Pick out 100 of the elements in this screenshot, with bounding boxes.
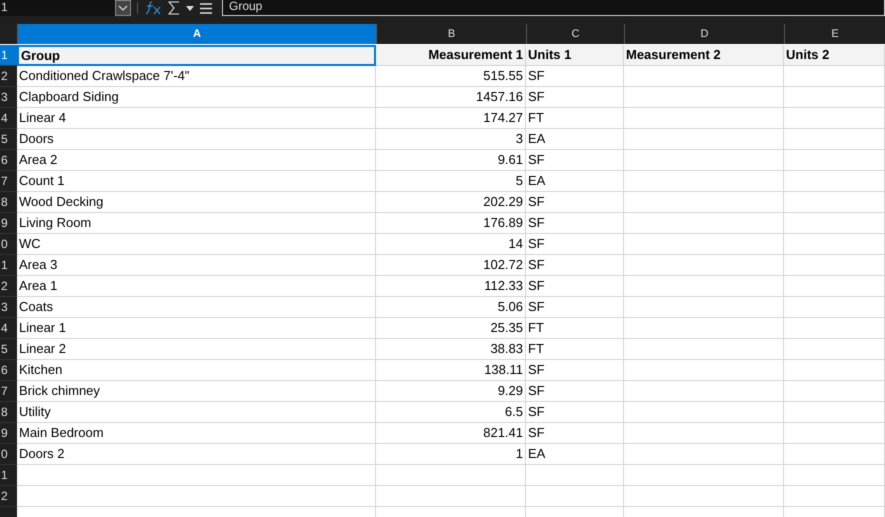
table-cell[interactable]: EA	[526, 171, 624, 192]
table-cell[interactable]: 1	[376, 444, 526, 465]
row-header[interactable]: 6	[0, 150, 17, 171]
table-cell[interactable]: SF	[526, 66, 624, 87]
equals-icon[interactable]	[200, 2, 212, 14]
table-cell[interactable]	[784, 87, 885, 108]
table-cell[interactable]: 202.29	[376, 192, 526, 213]
table-cell[interactable]: EA	[526, 129, 624, 150]
table-cell[interactable]	[784, 150, 885, 171]
column-header[interactable]: E	[784, 24, 885, 44]
row-header[interactable]: 1	[0, 45, 17, 66]
table-cell[interactable]: Kitchen	[17, 360, 376, 381]
table-cell[interactable]	[526, 486, 624, 507]
row-header[interactable]: 0	[0, 444, 17, 465]
table-cell[interactable]: 174.27	[376, 108, 526, 129]
column-header[interactable]: B	[376, 24, 526, 44]
table-cell[interactable]	[624, 192, 784, 213]
table-cell[interactable]	[784, 318, 885, 339]
table-cell[interactable]	[624, 171, 784, 192]
row-header[interactable]: 1	[0, 255, 17, 276]
table-cell[interactable]	[784, 213, 885, 234]
table-cell[interactable]	[624, 465, 784, 486]
row-header[interactable]: 7	[0, 171, 17, 192]
table-cell[interactable]	[624, 276, 784, 297]
table-cell[interactable]: SF	[526, 255, 624, 276]
table-cell[interactable]: Conditioned Crawlspace 7'-4"	[17, 66, 376, 87]
table-cell[interactable]	[784, 234, 885, 255]
table-cell[interactable]: FT	[526, 318, 624, 339]
table-cell[interactable]: FT	[526, 108, 624, 129]
table-cell[interactable]	[624, 108, 784, 129]
table-cell[interactable]: 5.06	[376, 297, 526, 318]
table-cell[interactable]: SF	[526, 234, 624, 255]
table-cell[interactable]: Clapboard Siding	[17, 87, 376, 108]
table-cell[interactable]	[624, 402, 784, 423]
table-cell[interactable]	[784, 423, 885, 444]
table-cell[interactable]: SF	[526, 423, 624, 444]
table-cell[interactable]	[784, 171, 885, 192]
table-cell[interactable]	[784, 276, 885, 297]
table-cell[interactable]	[624, 150, 784, 171]
table-cell[interactable]	[784, 192, 885, 213]
table-cell[interactable]: 5	[376, 171, 526, 192]
table-cell[interactable]: SF	[526, 150, 624, 171]
table-cell[interactable]: 14	[376, 234, 526, 255]
row-header[interactable]: 4	[0, 108, 17, 129]
table-cell[interactable]: 25.35	[376, 318, 526, 339]
table-cell[interactable]	[784, 108, 885, 129]
table-cell[interactable]	[624, 444, 784, 465]
row-header[interactable]: 2	[0, 486, 17, 507]
row-header[interactable]: 0	[0, 234, 17, 255]
table-cell[interactable]: SF	[526, 192, 624, 213]
row-header[interactable]: 1	[0, 465, 17, 486]
table-cell[interactable]: 102.72	[376, 255, 526, 276]
row-header[interactable]: 4	[0, 318, 17, 339]
table-cell[interactable]: 6.5	[376, 402, 526, 423]
name-box[interactable]: 1	[0, 0, 115, 16]
table-cell[interactable]: SF	[526, 87, 624, 108]
table-cell[interactable]	[784, 66, 885, 87]
row-header[interactable]: 8	[0, 402, 17, 423]
table-cell[interactable]: 138.11	[376, 360, 526, 381]
table-cell[interactable]	[784, 255, 885, 276]
column-title-cell[interactable]: Measurement 2	[624, 45, 784, 66]
table-cell[interactable]	[784, 129, 885, 150]
row-header[interactable]: 9	[0, 423, 17, 444]
table-cell[interactable]	[624, 360, 784, 381]
column-title-cell[interactable]: Units 1	[526, 45, 624, 66]
table-cell[interactable]	[624, 297, 784, 318]
table-cell[interactable]	[784, 381, 885, 402]
table-cell[interactable]: Coats	[17, 297, 376, 318]
table-cell[interactable]: 515.55	[376, 66, 526, 87]
row-header[interactable]: 7	[0, 381, 17, 402]
table-cell[interactable]: 9.61	[376, 150, 526, 171]
table-cell[interactable]: Living Room	[17, 213, 376, 234]
row-header[interactable]: 3	[0, 87, 17, 108]
table-cell[interactable]: Area 3	[17, 255, 376, 276]
table-cell[interactable]: SF	[526, 297, 624, 318]
row-header[interactable]: 5	[0, 339, 17, 360]
caret-down-icon[interactable]	[186, 6, 194, 10]
table-cell[interactable]	[624, 213, 784, 234]
table-cell[interactable]: Area 1	[17, 276, 376, 297]
table-cell[interactable]	[624, 381, 784, 402]
table-cell[interactable]	[624, 87, 784, 108]
table-cell[interactable]: FT	[526, 339, 624, 360]
table-cell[interactable]: Linear 4	[17, 108, 376, 129]
table-cell[interactable]: 38.83	[376, 339, 526, 360]
function-icon[interactable]	[144, 1, 162, 15]
table-cell[interactable]: Brick chimney	[17, 381, 376, 402]
formula-field[interactable]: Group	[222, 0, 885, 16]
row-header[interactable]: 8	[0, 192, 17, 213]
row-header[interactable]: 9	[0, 213, 17, 234]
row-header[interactable]: 6	[0, 360, 17, 381]
table-cell[interactable]	[624, 423, 784, 444]
table-cell[interactable]: 112.33	[376, 276, 526, 297]
table-cell[interactable]: WC	[17, 234, 376, 255]
table-cell[interactable]	[376, 465, 526, 486]
table-cell[interactable]: Linear 2	[17, 339, 376, 360]
table-cell[interactable]: 821.41	[376, 423, 526, 444]
column-title-cell[interactable]: Measurement 1	[376, 45, 526, 66]
table-cell[interactable]	[784, 486, 885, 507]
table-cell[interactable]: SF	[526, 402, 624, 423]
table-cell[interactable]	[784, 360, 885, 381]
